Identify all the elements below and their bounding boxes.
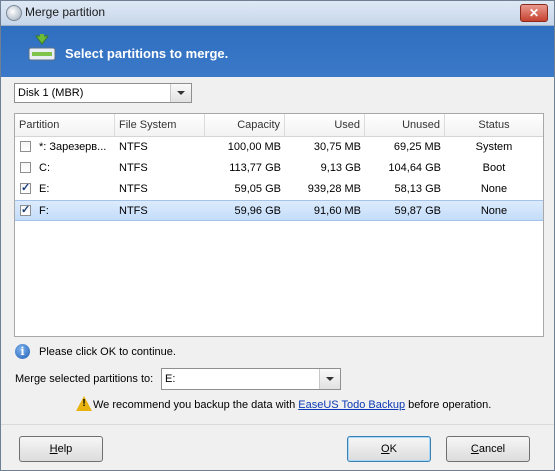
easeus-todo-backup-link[interactable]: EaseUS Todo Backup bbox=[298, 399, 405, 411]
row-checkbox[interactable] bbox=[20, 203, 31, 216]
cell-unused: 58,13 GB bbox=[394, 183, 441, 195]
cell-fs: NTFS bbox=[119, 205, 148, 217]
chevron-down-icon bbox=[177, 91, 185, 95]
disk-select-dropdown-button[interactable] bbox=[170, 84, 191, 102]
chevron-down-icon bbox=[326, 377, 334, 381]
info-message: Please click OK to continue. bbox=[39, 346, 176, 358]
cell-unused: 59,87 GB bbox=[394, 205, 441, 217]
cell-capacity: 59,05 GB bbox=[234, 183, 281, 195]
column-header-used[interactable]: Used bbox=[285, 114, 365, 136]
info-icon: i bbox=[15, 344, 30, 359]
header-banner: Select partitions to merge. bbox=[1, 26, 554, 77]
cell-capacity: 59,96 GB bbox=[234, 205, 281, 217]
cell-status: None bbox=[480, 183, 508, 195]
banner-title: Select partitions to merge. bbox=[65, 46, 229, 61]
cell-fs: NTFS bbox=[119, 162, 148, 174]
disk-select[interactable]: Disk 1 (MBR) bbox=[14, 83, 192, 103]
row-checkbox[interactable] bbox=[20, 141, 31, 152]
column-header-partition[interactable]: Partition bbox=[15, 114, 115, 136]
column-header-status[interactable]: Status bbox=[445, 114, 543, 136]
table-row[interactable]: C: NTFS 113,77 GB 9,13 GB 104,64 GB Boot bbox=[15, 158, 543, 179]
cell-capacity: 100,00 MB bbox=[227, 141, 281, 153]
close-button[interactable]: ✕ bbox=[520, 4, 548, 22]
cell-status: None bbox=[480, 205, 508, 217]
cell-used: 9,13 GB bbox=[320, 162, 361, 174]
cell-unused: 104,64 GB bbox=[388, 162, 441, 174]
merge-partition-dialog: Merge partition ✕ Select partitions to m… bbox=[0, 0, 555, 471]
cell-partition: E: bbox=[39, 183, 50, 195]
title-bar: Merge partition ✕ bbox=[1, 1, 554, 26]
app-icon bbox=[6, 5, 22, 21]
cell-fs: NTFS bbox=[119, 141, 148, 153]
table-row[interactable]: E: NTFS 59,05 GB 939,28 MB 58,13 GB None bbox=[15, 179, 543, 200]
cell-partition: C: bbox=[39, 162, 50, 174]
row-checkbox[interactable] bbox=[20, 181, 31, 194]
help-button[interactable]: Help bbox=[19, 436, 103, 462]
cell-unused: 69,25 MB bbox=[393, 141, 441, 153]
footer-divider bbox=[1, 424, 554, 425]
partition-table: Partition File System Capacity Used Unus… bbox=[14, 113, 544, 337]
column-header-capacity[interactable]: Capacity bbox=[205, 114, 285, 136]
cell-fs: NTFS bbox=[119, 183, 148, 195]
cell-partition: F: bbox=[39, 205, 49, 217]
table-header: Partition File System Capacity Used Unus… bbox=[15, 114, 543, 137]
cell-used: 30,75 MB bbox=[313, 141, 361, 153]
merge-target-label: Merge selected partitions to: bbox=[15, 373, 154, 385]
window-title: Merge partition bbox=[25, 5, 106, 19]
cancel-button[interactable]: Cancel bbox=[446, 436, 530, 462]
merge-target-select[interactable]: E: bbox=[161, 368, 341, 390]
cell-partition: *: Зарезерв... bbox=[39, 141, 107, 153]
cell-capacity: 113,77 GB bbox=[229, 162, 281, 174]
column-header-unused[interactable]: Unused bbox=[365, 114, 445, 136]
table-row[interactable]: *: Зарезерв... NTFS 100,00 MB 30,75 MB 69,25… bbox=[15, 137, 543, 158]
column-header-file-system[interactable]: File System bbox=[115, 114, 205, 136]
cell-status: Boot bbox=[482, 162, 506, 174]
cell-used: 939,28 MB bbox=[307, 183, 361, 195]
cell-used: 91,60 MB bbox=[313, 205, 361, 217]
ok-button[interactable]: OK bbox=[347, 436, 431, 462]
merge-partition-icon bbox=[28, 34, 56, 61]
merge-target-dropdown-button[interactable] bbox=[319, 369, 340, 389]
warning-message: We recommend you backup the data with Ea… bbox=[93, 399, 492, 411]
disk-select-value: Disk 1 (MBR) bbox=[18, 87, 84, 99]
row-checkbox[interactable] bbox=[20, 162, 31, 173]
cell-status: System bbox=[475, 141, 513, 153]
merge-target-value: E: bbox=[165, 373, 176, 385]
table-row[interactable]: F: NTFS 59,96 GB 91,60 MB 59,87 GB None bbox=[15, 200, 543, 221]
